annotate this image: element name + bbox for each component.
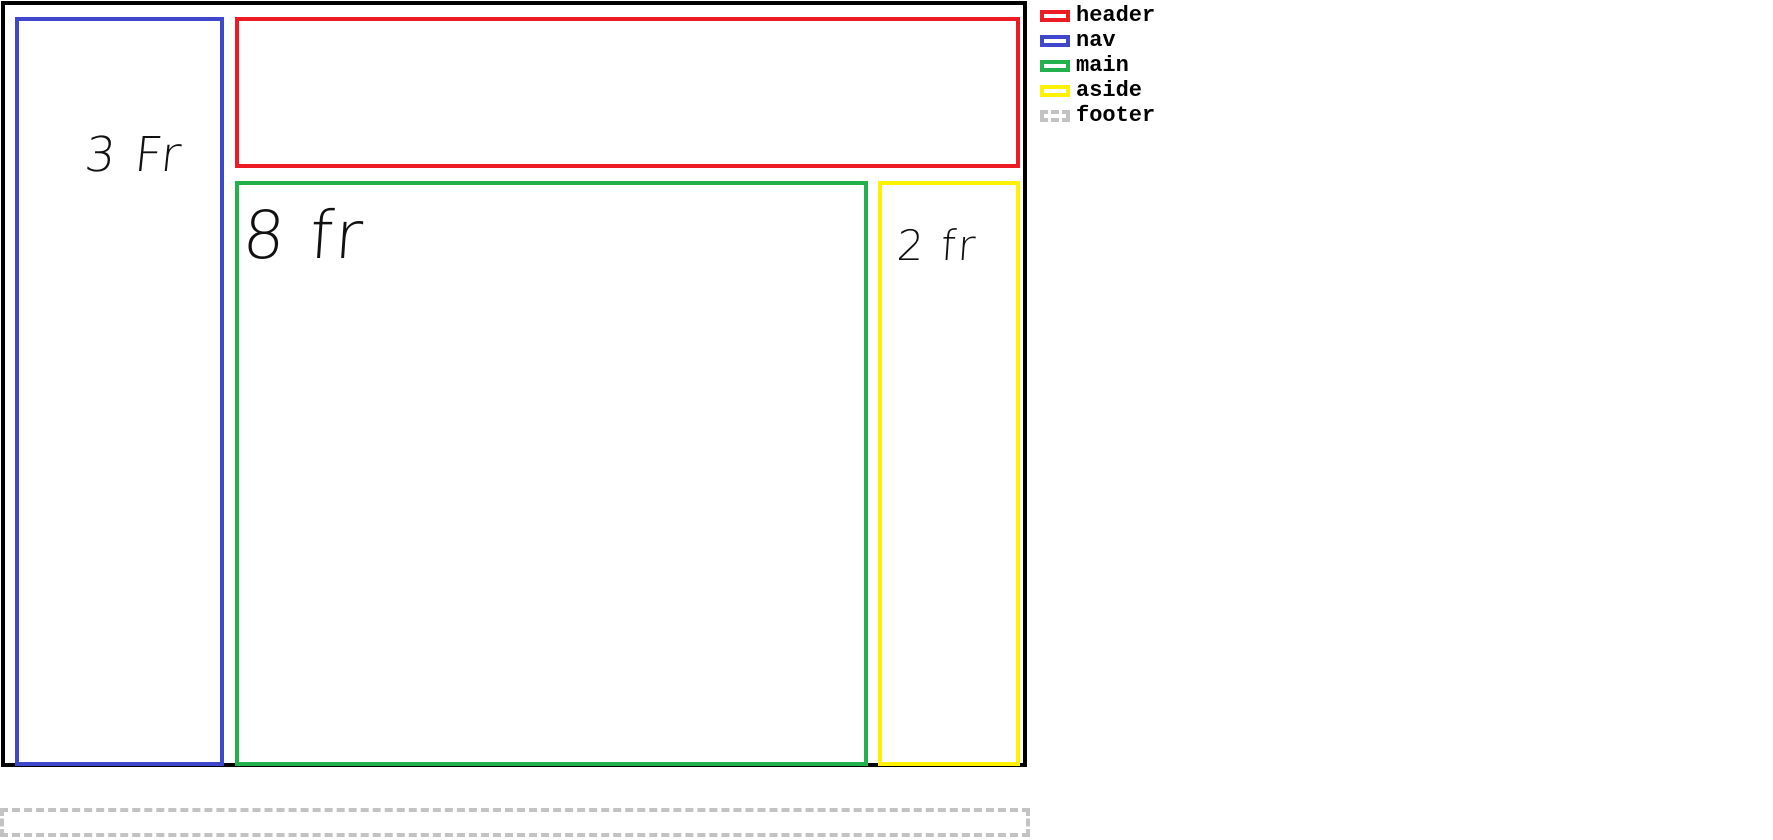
nav-width-annotation: 3 Fr [82,127,186,183]
legend-swatch-nav [1040,34,1070,47]
legend-swatch-header [1040,9,1070,22]
legend-swatch-footer [1040,109,1070,122]
legend: header nav main aside footer [1040,3,1240,128]
aside-width-annotation: 2 fr [895,221,979,270]
legend-item-aside: aside [1040,78,1240,103]
header-region [235,17,1020,168]
legend-label-aside: aside [1076,77,1143,103]
legend-label-header: header [1076,2,1156,28]
legend-item-main: main [1040,53,1240,78]
layout-frame: 3 Fr 8 fr 2 fr [1,1,1027,767]
legend-swatch-main [1040,59,1070,72]
legend-item-nav: nav [1040,28,1240,53]
legend-item-header: header [1040,3,1240,28]
main-width-annotation: 8 fr [240,197,368,274]
legend-label-nav: nav [1076,27,1116,53]
legend-item-footer: footer [1040,103,1240,128]
footer-region [0,808,1030,837]
legend-swatch-aside [1040,84,1070,97]
legend-label-main: main [1076,52,1129,78]
legend-label-footer: footer [1076,102,1156,128]
